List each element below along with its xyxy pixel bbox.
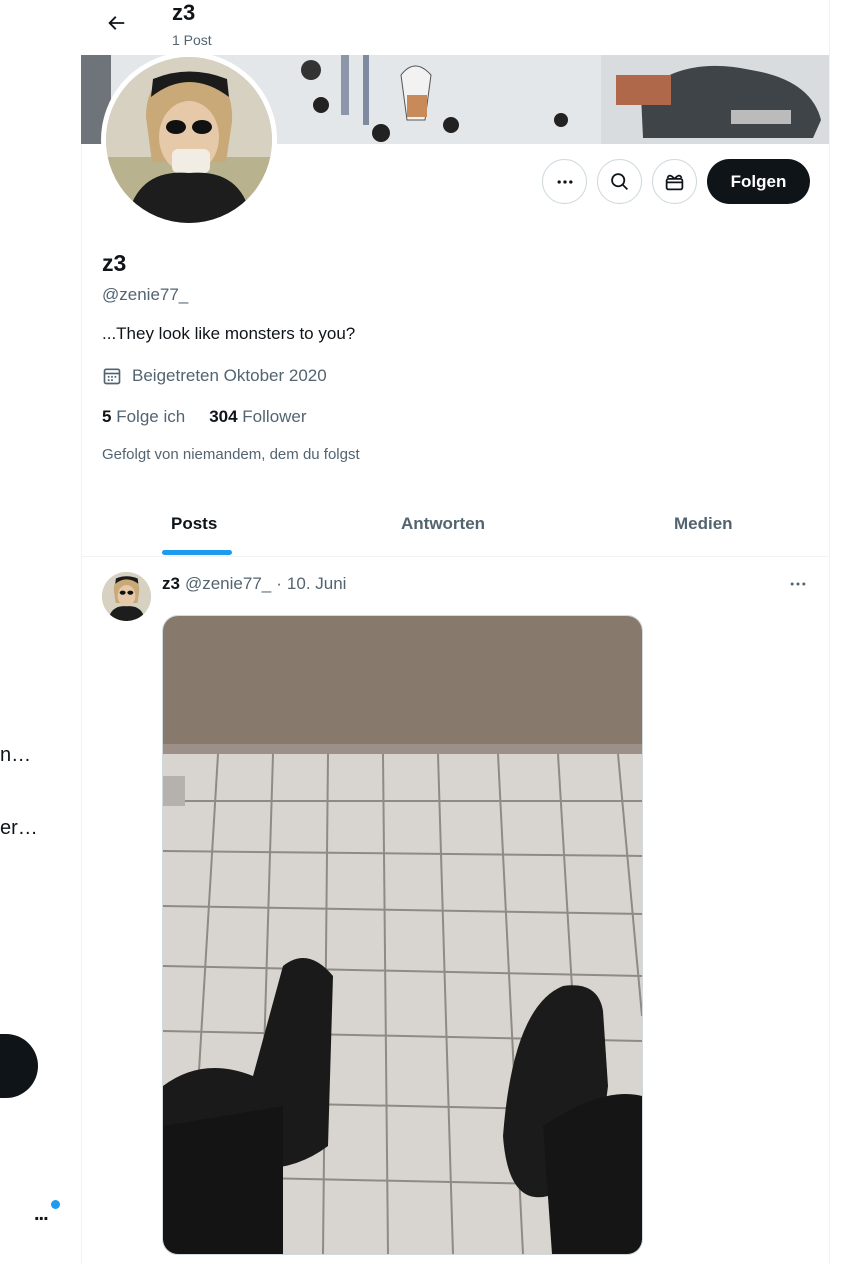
calendar-icon	[103, 368, 121, 385]
sidebar-item-truncated[interactable]: n…	[0, 744, 31, 767]
gift-icon	[665, 174, 684, 191]
arrow-left-icon	[108, 16, 125, 30]
profile-header-bar: z3 1 Post	[81, 0, 829, 55]
left-sidebar: n… er… ...	[0, 0, 82, 1264]
avatar-photo	[106, 57, 272, 223]
more-icon	[557, 179, 572, 184]
following-label: Folge ich	[116, 407, 186, 426]
profile-bio: ...They look like monsters to you?	[102, 324, 356, 343]
tweet-author-name[interactable]: z3	[162, 574, 180, 594]
tweet-photo[interactable]	[162, 615, 643, 1255]
profile-column: z3 1 Post Folgen z3 @zenie77_ ...They lo…	[81, 0, 830, 1264]
avatar	[106, 57, 272, 223]
followers-count: 304	[209, 407, 238, 426]
active-tab-indicator	[162, 550, 232, 555]
following-count: 5	[102, 407, 112, 426]
tweet-more-button[interactable]	[786, 572, 810, 596]
tab-media[interactable]: Medien	[674, 514, 733, 534]
tweet-date[interactable]: 10. Juni	[287, 574, 347, 594]
tweet-header: z3 @zenie77_ · 10. Juni	[162, 574, 346, 594]
tweet-avatar[interactable]	[102, 572, 151, 621]
more-icon	[790, 582, 806, 586]
back-button[interactable]	[99, 6, 133, 40]
more-options-button[interactable]	[542, 159, 587, 204]
post-button[interactable]	[0, 1034, 38, 1098]
tweet-author-handle[interactable]: @zenie77_	[185, 574, 271, 594]
account-more-button[interactable]: ...	[34, 1203, 49, 1226]
following-link[interactable]: 5 Folge ich	[102, 407, 185, 427]
profile-avatar[interactable]	[101, 52, 277, 228]
tweet-separator: ·	[276, 574, 282, 593]
tweet-photo-image	[163, 616, 642, 1254]
followers-link[interactable]: 304 Follower	[209, 407, 306, 427]
profile-name: z3	[102, 250, 127, 276]
joined-text: Beigetreten Oktober 2020	[132, 366, 327, 385]
profile-stats: 5 Folge ich 304 Follower	[102, 407, 307, 427]
follow-button[interactable]: Folgen	[707, 159, 810, 204]
search-profile-button[interactable]	[597, 159, 642, 204]
joined-date: Beigetreten Oktober 2020	[102, 366, 327, 386]
notification-dot	[51, 1200, 60, 1209]
followed-by-text: Gefolgt von niemandem, dem du folgst	[102, 446, 360, 463]
subscribe-gift-button[interactable]	[652, 159, 697, 204]
followers-label: Follower	[242, 407, 307, 426]
tweet-avatar-photo	[102, 572, 151, 621]
profile-handle: @zenie77_	[102, 285, 189, 304]
tab-posts[interactable]: Posts	[171, 514, 217, 534]
sidebar-item-truncated[interactable]: er…	[0, 817, 38, 840]
header-post-count: 1 Post	[172, 32, 212, 48]
profile-tabs: Posts Antworten Medien	[81, 490, 829, 557]
search-icon	[611, 173, 628, 190]
tab-replies[interactable]: Antworten	[401, 514, 485, 534]
header-title: z3	[172, 0, 196, 25]
